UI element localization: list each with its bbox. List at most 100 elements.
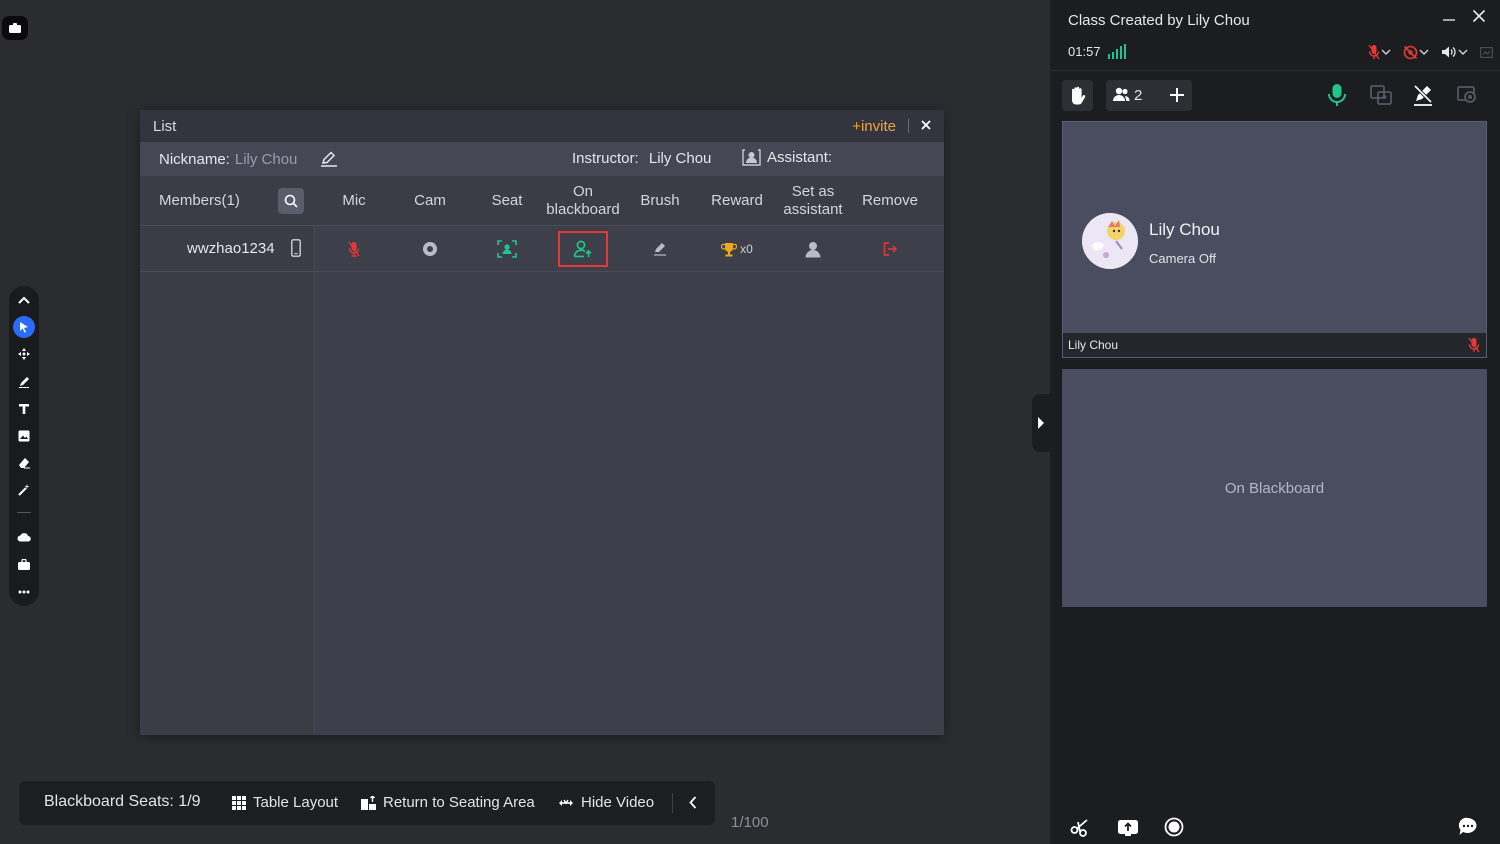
mute-all-button[interactable] xyxy=(1326,83,1348,112)
member-search-button[interactable] xyxy=(278,188,304,214)
member-controls-pane xyxy=(316,226,944,735)
table-layout-label: Table Layout xyxy=(253,794,339,811)
upload-button[interactable] xyxy=(1117,817,1139,842)
toolbox-icon[interactable] xyxy=(13,553,35,575)
swap-seat-icon xyxy=(1370,85,1392,105)
move-icon[interactable] xyxy=(13,343,35,365)
table-row: wwzhao1234 x0 xyxy=(140,226,944,272)
screen-icon xyxy=(1480,46,1493,58)
trophy-icon xyxy=(721,242,738,256)
hide-video-label: Hide Video xyxy=(581,794,655,811)
pointer-icon[interactable] xyxy=(13,316,35,338)
eraser-icon[interactable] xyxy=(13,452,35,474)
return-seating-label: Return to Seating Area xyxy=(383,794,535,811)
close-icon xyxy=(921,120,931,130)
text-icon[interactable] xyxy=(13,398,35,420)
col-cam: Cam xyxy=(414,192,446,209)
pen-icon[interactable] xyxy=(13,371,35,393)
toolbar-divider xyxy=(17,512,31,513)
close-window-button[interactable] xyxy=(1472,9,1486,28)
cloud-icon[interactable] xyxy=(13,526,35,548)
chat-button[interactable] xyxy=(1458,817,1478,841)
chevron-down-icon xyxy=(1381,49,1391,55)
mic-icon xyxy=(1328,84,1346,106)
close-dialog-button[interactable] xyxy=(921,117,931,135)
seat-icon xyxy=(497,240,517,258)
col-reward: Reward xyxy=(711,192,763,209)
blackboard-seats-label: Blackboard Seats: 1/9 xyxy=(44,793,201,810)
col-mic: Mic xyxy=(342,192,366,209)
tools-button[interactable] xyxy=(1070,817,1090,842)
instructor-value: Lily Chou xyxy=(648,150,712,167)
table-layout-button[interactable]: Table Layout xyxy=(232,794,338,811)
grid-icon xyxy=(232,795,246,810)
screen-share-button[interactable] xyxy=(1480,46,1493,58)
app-logo-icon[interactable] xyxy=(2,16,28,40)
upload-icon xyxy=(1118,820,1138,836)
speaker-icon xyxy=(1442,46,1456,58)
panel-divider xyxy=(1050,70,1500,71)
col-seat: Seat xyxy=(491,192,523,209)
on-blackboard-tile[interactable]: On Blackboard xyxy=(1062,369,1487,607)
assistant-info: Assistant: xyxy=(742,149,832,166)
signal-strength-icon xyxy=(1108,44,1128,64)
more-icon[interactable] xyxy=(13,581,35,603)
class-side-panel: Class Created by Lily Chou 01:57 2 Lily … xyxy=(1050,0,1500,844)
hide-video-button[interactable]: Hide Video xyxy=(558,794,654,811)
brush-icon xyxy=(654,243,666,256)
member-table-body: wwzhao1234 x0 xyxy=(140,226,944,735)
seat-button[interactable] xyxy=(477,226,537,272)
on-blackboard-button[interactable] xyxy=(558,231,608,267)
class-title: Class Created by Lily Chou xyxy=(1068,12,1250,29)
brush-toggle[interactable] xyxy=(630,226,690,272)
camera-toggle[interactable] xyxy=(400,226,460,272)
class-timer: 01:57 xyxy=(1068,44,1101,59)
panel-toggle-button[interactable] xyxy=(1032,394,1050,452)
image-icon[interactable] xyxy=(13,425,35,447)
user-up-icon xyxy=(573,240,592,258)
record-button[interactable] xyxy=(1164,817,1184,842)
camera-all-button[interactable] xyxy=(1456,83,1480,112)
dialog-title: List xyxy=(153,117,177,135)
speaker-menu-button[interactable] xyxy=(1441,45,1468,59)
invite-button[interactable]: +invite xyxy=(852,118,896,135)
camera-menu-button[interactable] xyxy=(1403,45,1429,60)
add-participant-button[interactable] xyxy=(1166,84,1188,111)
bar-divider xyxy=(672,793,673,813)
member-list-dialog: List +invite Nickname: Lily Chou Instruc… xyxy=(140,110,944,735)
edit-nickname-icon[interactable] xyxy=(320,151,338,167)
set-assistant-button[interactable] xyxy=(776,226,850,272)
brush-all-button[interactable] xyxy=(1412,83,1434,112)
chevron-left-icon xyxy=(689,796,697,809)
people-icon xyxy=(1112,87,1130,107)
minimize-icon xyxy=(1443,19,1455,21)
teacher-video-tile[interactable]: Lily Chou Camera Off Lily Chou xyxy=(1062,121,1487,358)
participants-button[interactable]: 2 xyxy=(1106,80,1192,111)
collapse-bar-button[interactable] xyxy=(689,796,697,809)
mic-off-icon xyxy=(348,241,360,257)
minimize-button[interactable] xyxy=(1442,8,1456,29)
mic-menu-button[interactable] xyxy=(1368,44,1391,60)
hide-video-icon xyxy=(559,799,573,806)
collapse-up-icon[interactable] xyxy=(13,289,35,311)
reward-button[interactable]: x0 xyxy=(703,226,771,272)
main-canvas: List +invite Nickname: Lily Chou Instruc… xyxy=(0,0,1050,844)
col-on-blackboard: On blackboard xyxy=(546,183,620,218)
return-seating-button[interactable]: Return to Seating Area xyxy=(361,794,535,811)
camera-off-icon xyxy=(1403,45,1418,59)
search-icon xyxy=(284,194,298,208)
mic-toggle[interactable] xyxy=(324,226,384,272)
remove-member-button[interactable] xyxy=(856,226,924,272)
seat-swap-button[interactable] xyxy=(1369,83,1393,112)
scissors-icon xyxy=(1070,819,1088,837)
camera-layout-icon xyxy=(1457,86,1476,103)
user-icon xyxy=(805,241,821,257)
assistant-badge-icon xyxy=(742,149,761,166)
reward-count: x0 xyxy=(740,242,753,256)
instructor-label: Instructor: xyxy=(572,150,639,167)
raise-hand-button[interactable] xyxy=(1062,80,1093,111)
instructor-info: Instructor: Lily Chou xyxy=(572,150,711,167)
participant-name: Lily Chou xyxy=(1149,220,1220,239)
magic-wand-icon[interactable] xyxy=(13,479,35,501)
avatar xyxy=(1082,213,1138,269)
